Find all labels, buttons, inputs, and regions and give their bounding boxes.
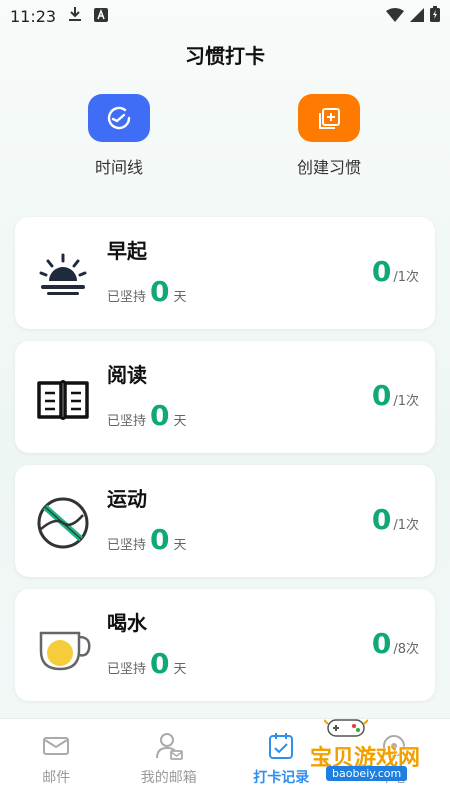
streak-value: 0 (150, 527, 169, 553)
gamepad-icon (324, 716, 368, 740)
streak-prefix: 已坚持 (107, 286, 146, 305)
habit-count: 0 /8次 (372, 631, 419, 657)
habit-count: 0 /1次 (372, 383, 419, 409)
count-unit: /1次 (393, 514, 419, 533)
timeline-button[interactable] (88, 94, 150, 142)
nav-label: 我的邮箱 (113, 767, 226, 787)
book-icon (33, 369, 93, 429)
habit-name: 阅读 (107, 359, 147, 388)
checkin-icon (268, 732, 294, 760)
count-value: 0 (372, 507, 391, 533)
habit-name: 喝水 (107, 607, 147, 636)
timeline-label: 时间线 (64, 154, 174, 178)
streak-value: 0 (150, 403, 169, 429)
timeline-icon (104, 103, 134, 133)
streak-unit: 天 (174, 658, 187, 677)
habit-card-exercise[interactable]: 运动 已坚持 0 天 0 /1次 (15, 465, 435, 577)
count-unit: /8次 (393, 638, 419, 657)
streak-unit: 天 (174, 286, 187, 305)
sunrise-icon (33, 245, 93, 305)
cup-icon (33, 617, 93, 677)
habit-card-reading[interactable]: 阅读 已坚持 0 天 0 /1次 (15, 341, 435, 453)
streak-value: 0 (150, 651, 169, 677)
streak-prefix: 已坚持 (107, 658, 146, 677)
habit-name: 运动 (107, 483, 147, 512)
habit-streak: 已坚持 0 天 (107, 651, 187, 677)
streak-unit: 天 (174, 410, 187, 429)
habit-name: 早起 (107, 235, 147, 264)
add-layers-icon (314, 103, 344, 133)
watermark-url: baobeiy.com (326, 766, 407, 781)
habit-count: 0 /1次 (372, 259, 419, 285)
count-unit: /1次 (393, 266, 419, 285)
page-title: 习惯打卡 (0, 40, 450, 69)
habit-count: 0 /1次 (372, 507, 419, 533)
nav-item-my-mailbox[interactable]: 我的邮箱 (113, 719, 226, 801)
wifi-icon (386, 7, 404, 26)
nav-label: 邮件 (0, 767, 113, 787)
habit-card-drink-water[interactable]: 喝水 已坚持 0 天 0 /8次 (15, 589, 435, 701)
streak-unit: 天 (174, 534, 187, 553)
signal-icon (410, 7, 424, 26)
count-unit: /1次 (393, 390, 419, 409)
count-value: 0 (372, 259, 391, 285)
streak-prefix: 已坚持 (107, 534, 146, 553)
status-time: 11:23 (10, 7, 56, 26)
download-icon (68, 6, 82, 26)
habit-streak: 已坚持 0 天 (107, 403, 187, 429)
ball-icon (33, 493, 93, 553)
count-value: 0 (372, 631, 391, 657)
timeline-action[interactable]: 时间线 (64, 94, 174, 178)
create-habit-label: 创建习惯 (274, 154, 384, 178)
user-mail-icon (155, 732, 183, 760)
habit-card-early-rise[interactable]: 早起 已坚持 0 天 0 /1次 (15, 217, 435, 329)
mail-icon (43, 736, 69, 756)
create-habit-action[interactable]: 创建习惯 (274, 94, 384, 178)
watermark: 宝贝游戏网 baobeiy.com (302, 716, 432, 778)
app-a-icon (94, 7, 108, 26)
habit-streak: 已坚持 0 天 (107, 279, 187, 305)
status-bar: 11:23 (0, 0, 450, 32)
streak-value: 0 (150, 279, 169, 305)
battery-icon (430, 6, 440, 26)
nav-item-mail[interactable]: 邮件 (0, 719, 113, 801)
streak-prefix: 已坚持 (107, 410, 146, 429)
create-habit-button[interactable] (298, 94, 360, 142)
count-value: 0 (372, 383, 391, 409)
habit-streak: 已坚持 0 天 (107, 527, 187, 553)
